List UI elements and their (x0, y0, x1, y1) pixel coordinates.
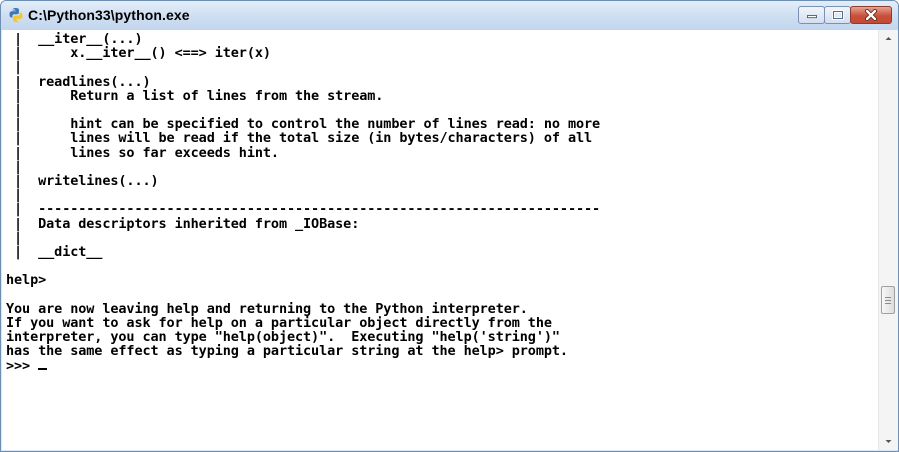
console-line: has the same effect as typing a particul… (6, 343, 568, 360)
grip-line (885, 300, 891, 301)
minimize-button[interactable] (798, 6, 825, 24)
console-line: | Return a list of lines from the stream… (6, 87, 384, 104)
python-icon (9, 8, 23, 22)
console-line: >>> (6, 357, 39, 374)
console-line: | x.__iter__() <==> iter(x) (6, 45, 271, 62)
scroll-thumb[interactable] (881, 286, 895, 314)
maximize-button[interactable] (824, 6, 851, 24)
console-window: C:\Python33\python.exe | __iter__(...) |… (0, 0, 899, 452)
scroll-down-button[interactable] (879, 432, 898, 450)
console-line: | writelines(...) (6, 173, 159, 190)
title-bar[interactable]: C:\Python33\python.exe (1, 1, 898, 30)
grip-line (885, 303, 891, 304)
console-line: | lines so far exceeds hint. (6, 144, 279, 161)
window-title: C:\Python33\python.exe (28, 7, 190, 23)
arrow-up-icon (885, 37, 892, 40)
vertical-scrollbar[interactable] (878, 30, 898, 450)
grip-line (885, 297, 891, 298)
window-controls (798, 6, 892, 25)
minimize-icon (806, 15, 817, 19)
scroll-up-button[interactable] (879, 30, 898, 48)
console-line: | __dict__ (6, 244, 103, 261)
console-line: help> (6, 272, 47, 289)
close-icon (865, 9, 877, 21)
text-cursor (38, 367, 48, 370)
console-output[interactable]: | __iter__(...) | x.__iter__() <==> iter… (2, 30, 878, 450)
close-button[interactable] (850, 6, 892, 24)
console-line: | Data descriptors inherited from _IOBas… (6, 215, 360, 232)
console-text: | __iter__(...) | x.__iter__() <==> iter… (6, 32, 600, 373)
arrow-down-icon (885, 440, 892, 443)
maximize-icon (831, 10, 844, 20)
